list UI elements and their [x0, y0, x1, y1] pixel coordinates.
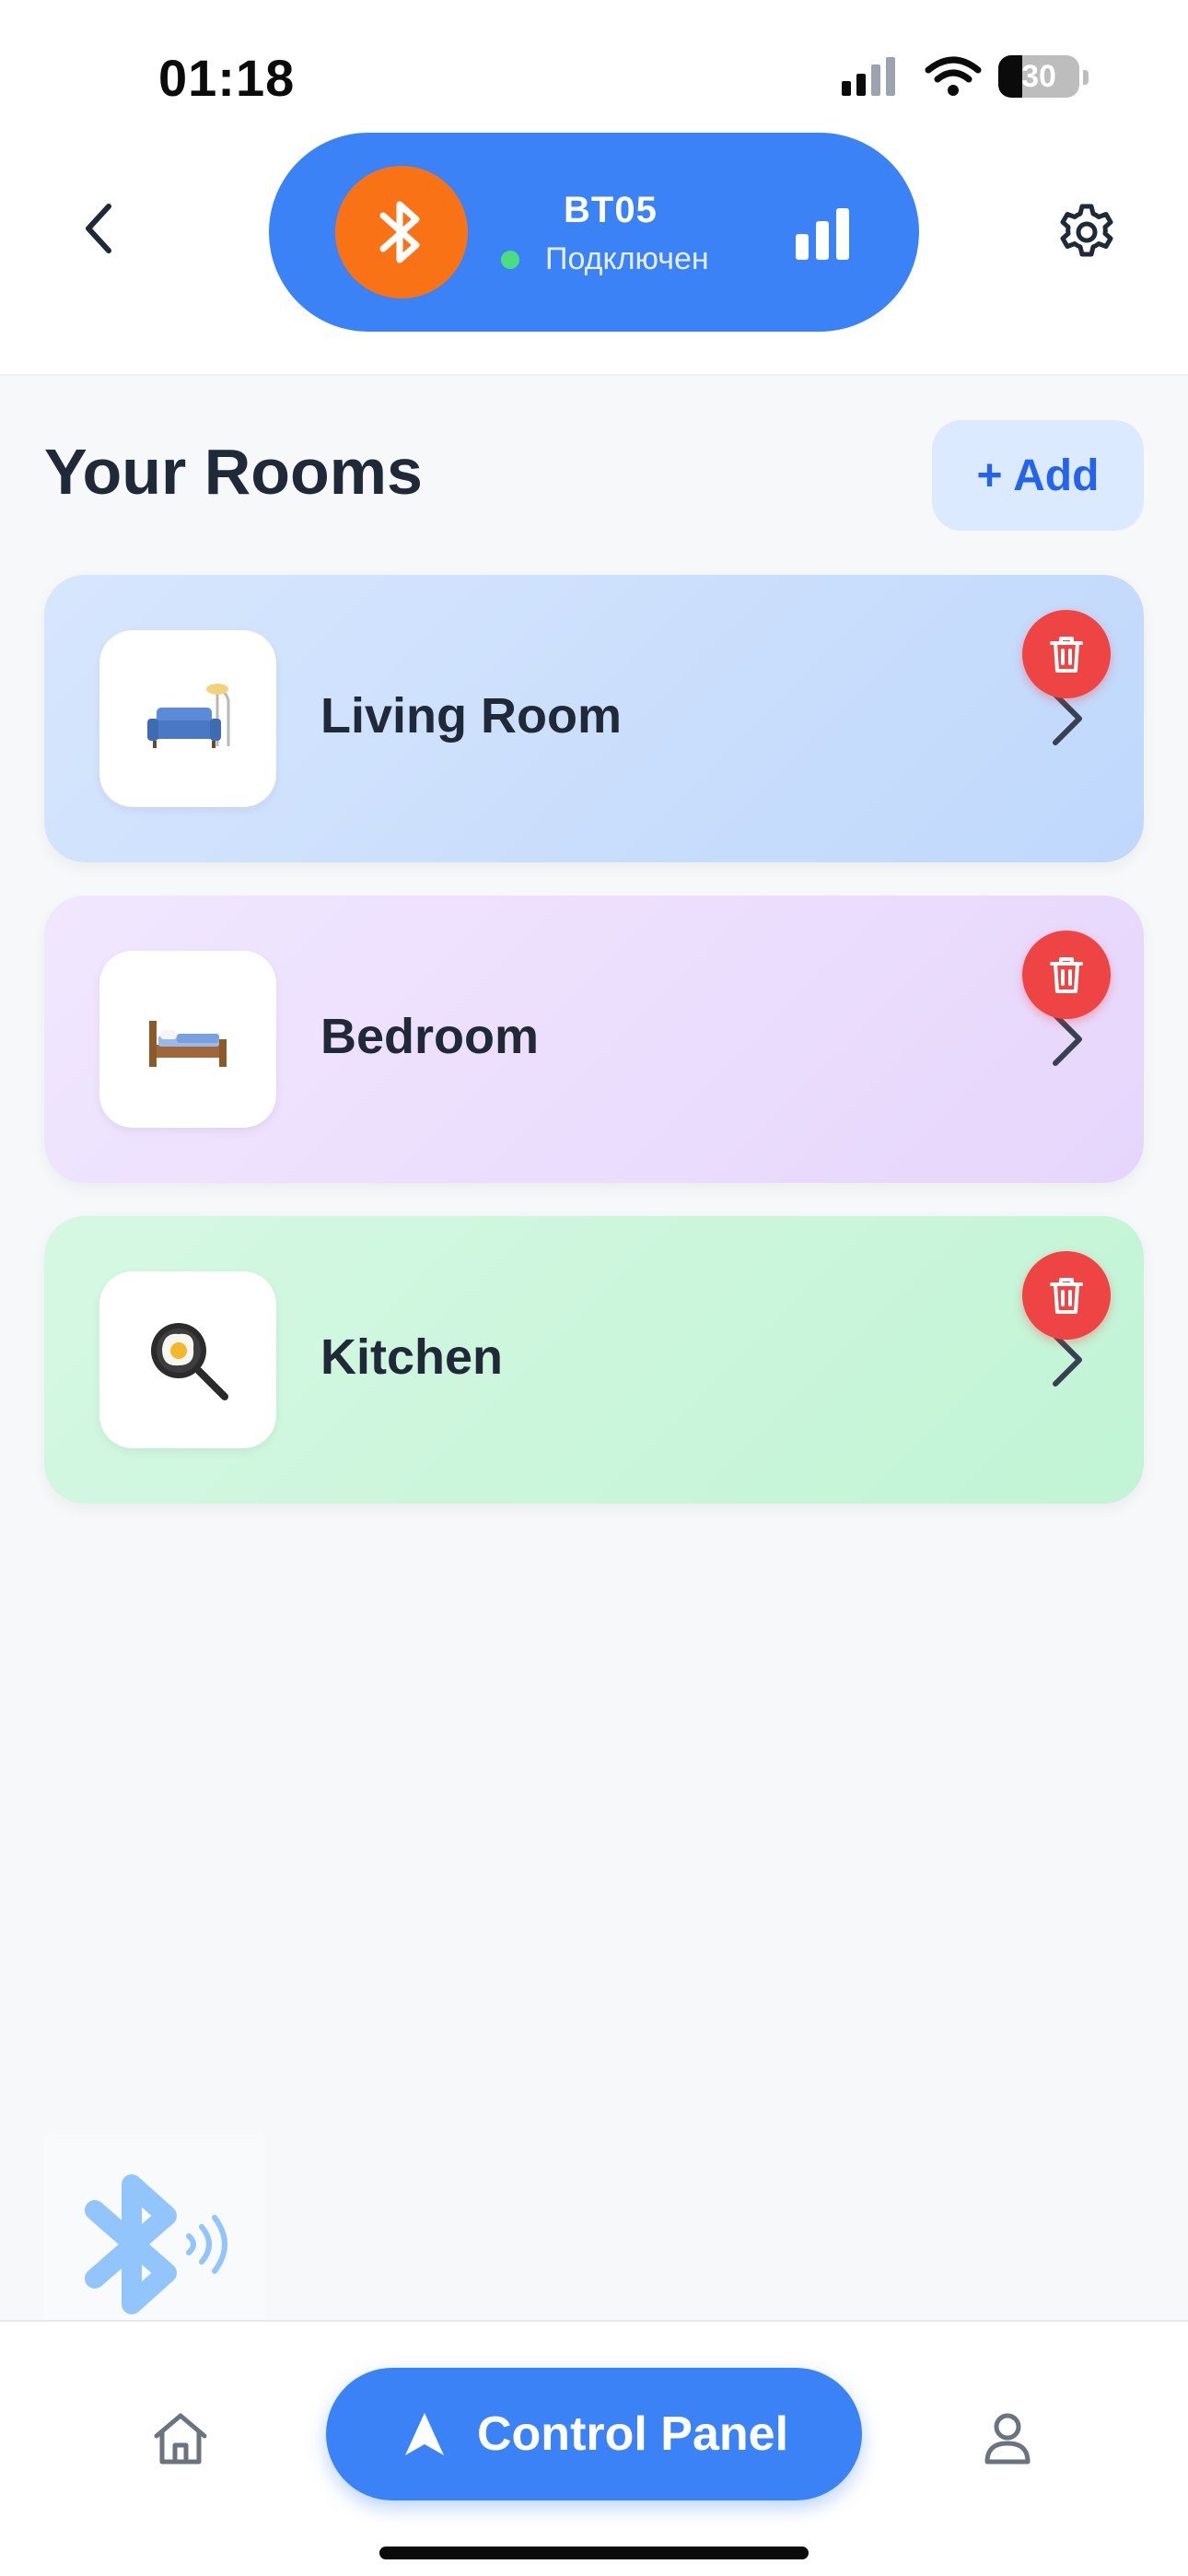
sofa-icon [147, 684, 230, 748]
room-card-bedroom[interactable]: Bedroom [44, 896, 1144, 1183]
cellular-signal-icon [842, 57, 895, 96]
navigation-arrow-icon [404, 2413, 444, 2455]
room-icon-container [99, 951, 276, 1128]
top-bar: 01:18 30 BT05 Подключен [0, 0, 1188, 376]
gear-icon [1060, 204, 1113, 257]
device-name: BT05 [564, 190, 658, 230]
room-card-kitchen[interactable]: Kitchen [44, 1216, 1144, 1504]
trash-icon [1050, 1278, 1083, 1314]
nav-profile-button[interactable] [971, 2401, 1044, 2475]
room-name: Living Room [320, 688, 622, 744]
bed-icon [149, 1021, 227, 1067]
settings-button[interactable] [1054, 199, 1120, 265]
status-icons: 30 [840, 55, 1089, 100]
page-title: Your Rooms [44, 436, 423, 508]
delete-room-button[interactable] [1022, 1251, 1111, 1340]
add-room-button[interactable]: + Add [932, 420, 1144, 531]
bottom-nav: Control Panel [0, 2320, 1188, 2576]
user-icon [984, 2413, 1031, 2465]
bluetooth-icon [379, 201, 420, 263]
device-status-text: Подключен [545, 241, 709, 276]
room-name: Bedroom [320, 1009, 540, 1064]
delete-room-button[interactable] [1022, 931, 1111, 1019]
trash-icon [1050, 637, 1083, 673]
room-icon-container [99, 630, 276, 807]
trash-icon [1050, 957, 1083, 993]
home-icon [154, 2413, 207, 2465]
status-time: 01:18 [158, 49, 296, 107]
signal-bars-icon [796, 208, 849, 260]
nav-home-button[interactable] [144, 2401, 217, 2475]
room-card-living-room[interactable]: Living Room [44, 575, 1144, 862]
wifi-icon [925, 56, 982, 96]
device-status: Подключен [501, 241, 709, 277]
bluetooth-waves-icon [85, 2174, 227, 2314]
chevron-left-icon [86, 204, 111, 253]
device-connection-pill[interactable]: BT05 Подключен [269, 133, 919, 332]
delete-room-button[interactable] [1022, 610, 1111, 698]
control-panel-button[interactable]: Control Panel [326, 2368, 862, 2500]
room-icon-container [99, 1271, 276, 1448]
bluetooth-badge [335, 166, 468, 299]
home-indicator [379, 2547, 809, 2559]
room-name: Kitchen [320, 1329, 504, 1385]
connected-dot [501, 250, 519, 269]
frying-pan-icon [151, 1323, 228, 1400]
back-button[interactable] [66, 195, 133, 262]
battery-indicator: 30 [998, 55, 1079, 98]
control-panel-label: Control Panel [476, 2407, 789, 2461]
